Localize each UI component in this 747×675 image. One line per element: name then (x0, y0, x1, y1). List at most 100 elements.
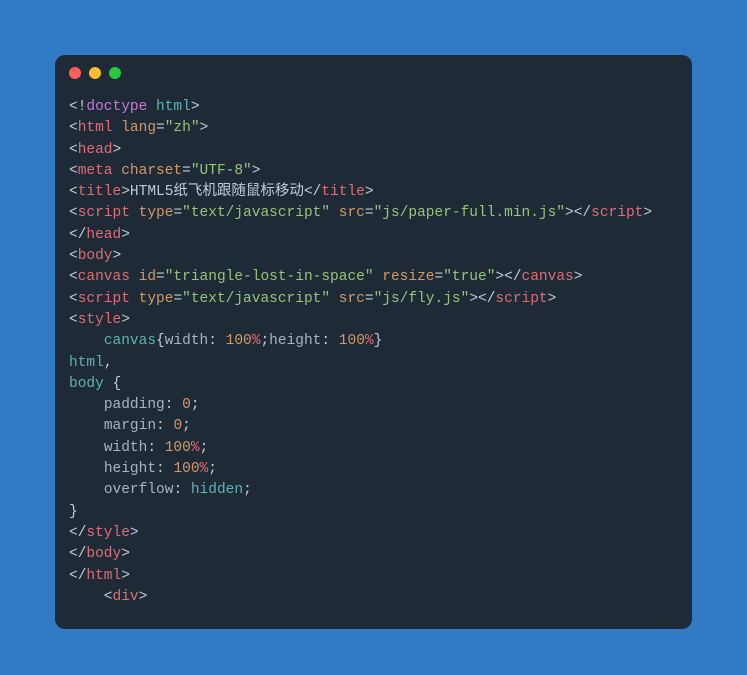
window-titlebar (55, 55, 692, 91)
token-p (113, 163, 122, 179)
token-p: : (165, 397, 182, 413)
token-p: </ (574, 205, 591, 221)
token-kw: doctype (86, 99, 147, 115)
token-st: "text/javascript" (182, 291, 330, 307)
token-p: { (104, 376, 121, 392)
token-p (130, 291, 139, 307)
code-line: <body> (69, 246, 678, 267)
token-at: src (339, 291, 365, 307)
code-line: } (69, 502, 678, 523)
token-tg: style (86, 525, 130, 541)
token-p: = (182, 163, 191, 179)
token-p: > (113, 142, 122, 158)
token-pr: height (269, 333, 321, 349)
code-line: <script type="text/javascript" src="js/f… (69, 289, 678, 310)
token-tg: script (591, 205, 643, 221)
token-st: "text/javascript" (182, 205, 330, 221)
token-st: "UTF-8" (191, 163, 252, 179)
token-tg: style (78, 312, 122, 328)
token-p: < (69, 248, 78, 264)
token-tg: script (78, 205, 130, 221)
token-st: "zh" (165, 120, 200, 136)
token-sl: hidden (191, 482, 243, 498)
token-p (69, 440, 104, 456)
code-line: padding: 0; (69, 395, 678, 416)
token-nu: 100 (173, 461, 199, 477)
token-tg: title (78, 184, 122, 200)
minimize-icon[interactable] (89, 67, 101, 79)
code-line: </head> (69, 225, 678, 246)
token-p: > (643, 205, 652, 221)
token-p: ; (191, 397, 200, 413)
token-p: > (469, 291, 478, 307)
token-p: ; (200, 440, 209, 456)
token-tg: meta (78, 163, 113, 179)
code-line: body { (69, 374, 678, 395)
code-line: html, (69, 353, 678, 374)
token-p: > (113, 248, 122, 264)
zoom-icon[interactable] (109, 67, 121, 79)
token-p: </ (69, 227, 86, 243)
token-at: id (139, 269, 156, 285)
token-p (69, 461, 104, 477)
token-p: ; (208, 461, 217, 477)
token-st: "js/paper-full.min.js" (374, 205, 565, 221)
token-p (130, 269, 139, 285)
token-p: = (173, 205, 182, 221)
token-p: ; (243, 482, 252, 498)
code-line: <style> (69, 310, 678, 331)
token-nu: 0 (173, 418, 182, 434)
token-pr: width (104, 440, 148, 456)
token-p: > (565, 205, 574, 221)
token-nu: 0 (182, 397, 191, 413)
close-icon[interactable] (69, 67, 81, 79)
token-p: = (365, 291, 374, 307)
token-at: type (139, 291, 174, 307)
token-tg: title (321, 184, 365, 200)
token-p: </ (69, 546, 86, 562)
token-tg: script (495, 291, 547, 307)
token-p: > (121, 227, 130, 243)
token-p: : (173, 482, 190, 498)
token-p (147, 99, 156, 115)
token-st: "triangle-lost-in-space" (165, 269, 374, 285)
code-window: <!doctype html><html lang="zh"><head><me… (55, 55, 692, 629)
token-st: "true" (443, 269, 495, 285)
token-p: </ (504, 269, 521, 285)
code-line: </body> (69, 544, 678, 565)
code-line: <canvas id="triangle-lost-in-space" resi… (69, 267, 678, 288)
token-p: ; (182, 418, 191, 434)
token-p: > (548, 291, 557, 307)
token-p: > (365, 184, 374, 200)
token-p (330, 291, 339, 307)
token-p: > (200, 120, 209, 136)
code-line: <script type="text/javascript" src="js/p… (69, 203, 678, 224)
code-line: width: 100%; (69, 438, 678, 459)
token-p (69, 418, 104, 434)
token-p (130, 205, 139, 221)
code-line: canvas{width: 100%;height: 100%} (69, 331, 678, 352)
token-tg: div (113, 589, 139, 605)
token-pr: padding (104, 397, 165, 413)
token-p: : (321, 333, 338, 349)
code-line: </style> (69, 523, 678, 544)
token-p: } (374, 333, 383, 349)
token-at: lang (121, 120, 156, 136)
code-line: overflow: hidden; (69, 480, 678, 501)
token-p: = (173, 291, 182, 307)
token-p: < (69, 184, 78, 200)
token-un: % (365, 333, 374, 349)
code-line: <head> (69, 140, 678, 161)
token-p (69, 333, 104, 349)
token-tg: body (78, 248, 113, 264)
token-tg: canvas (522, 269, 574, 285)
token-p: > (121, 184, 130, 200)
token-p: </ (478, 291, 495, 307)
token-p: > (139, 589, 148, 605)
token-p: > (495, 269, 504, 285)
token-p: < (69, 205, 78, 221)
token-sl: canvas (104, 333, 156, 349)
token-tg: head (86, 227, 121, 243)
token-p: < (69, 269, 78, 285)
token-tg: script (78, 291, 130, 307)
